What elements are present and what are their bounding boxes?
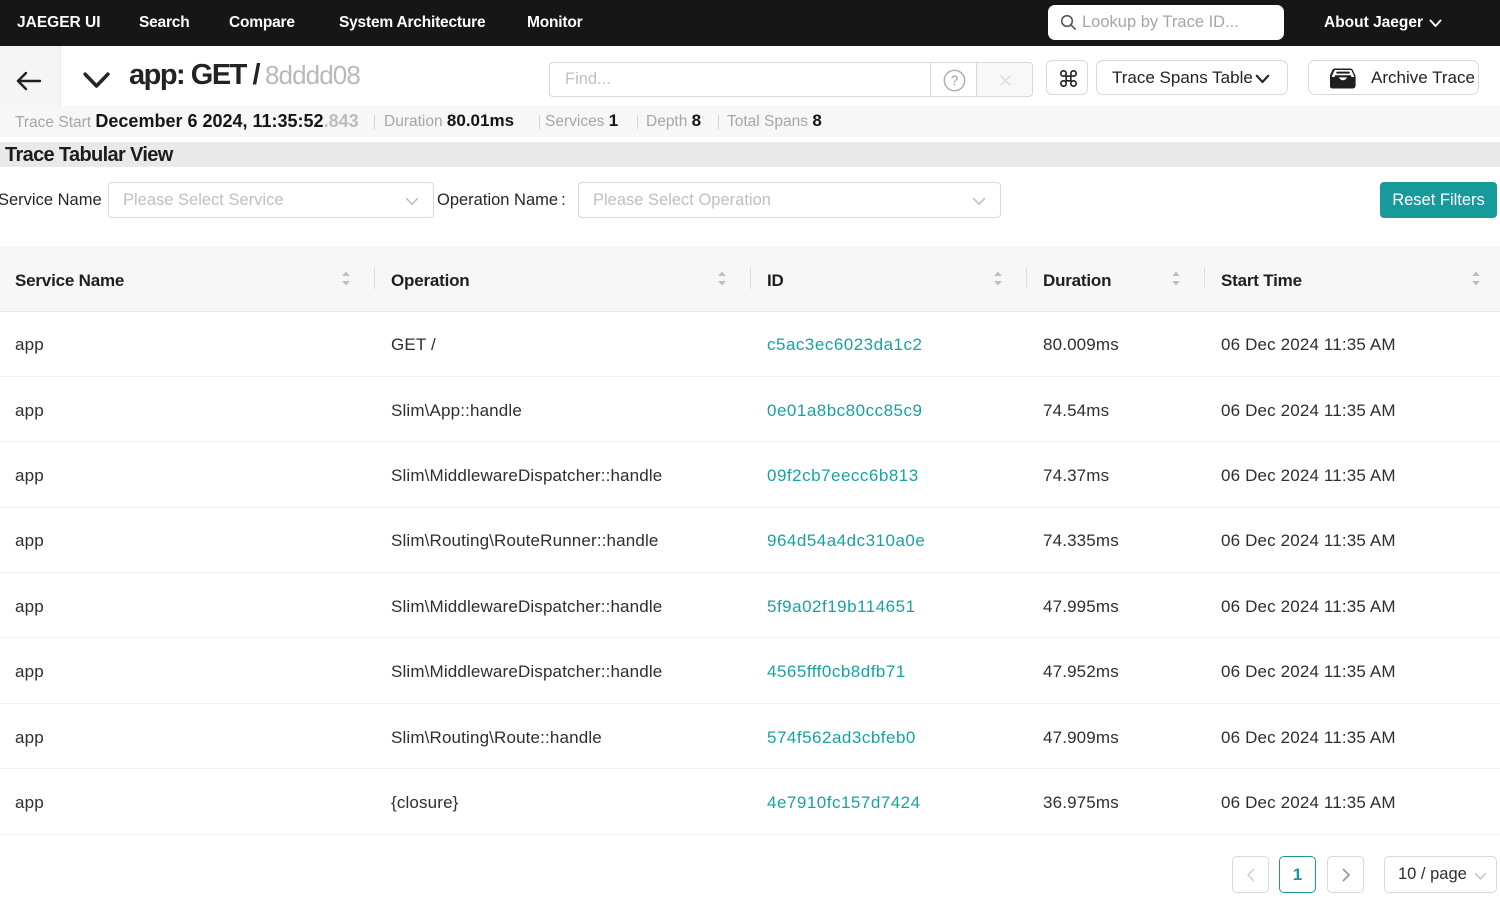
svg-text:?: ? xyxy=(951,73,959,88)
